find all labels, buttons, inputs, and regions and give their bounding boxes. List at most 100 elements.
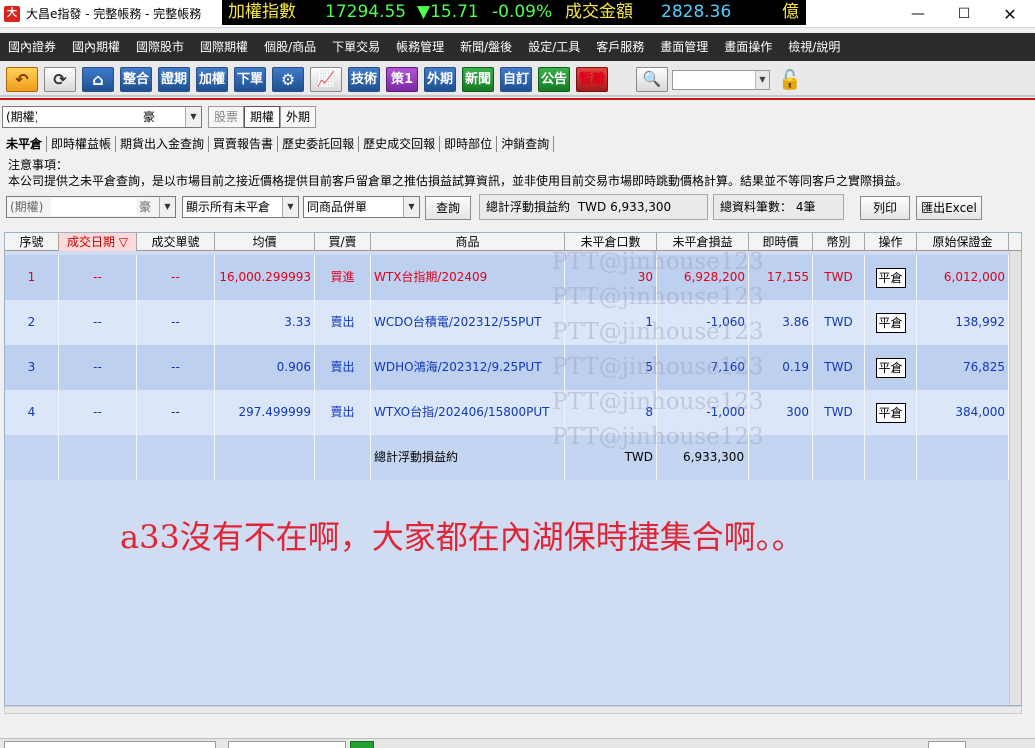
- chevron-down-icon[interactable]: ▼: [755, 71, 769, 89]
- back-icon[interactable]: ↶: [6, 67, 38, 92]
- menu-order[interactable]: 下單交易: [324, 33, 388, 61]
- menu-stock-product[interactable]: 個股/商品: [256, 33, 324, 61]
- cell-date: --: [59, 390, 137, 435]
- toolbar-custom-button[interactable]: 自訂: [500, 67, 532, 92]
- chart-icon[interactable]: 📈: [310, 67, 342, 92]
- toolbar-news-button[interactable]: 新聞: [462, 67, 494, 92]
- table-row[interactable]: 2 -- -- 3.33 賣出 WCDO台積電/202312/55PUT 1 -…: [5, 300, 1009, 345]
- col-open-qty[interactable]: 未平倉口數: [565, 233, 657, 251]
- export-excel-button[interactable]: 匯出Excel: [916, 196, 982, 220]
- ticker-change-pct: -0.09%: [492, 2, 553, 22]
- print-button[interactable]: 列印: [860, 196, 910, 220]
- toolbar-order-button[interactable]: 下單: [234, 67, 266, 92]
- account-select[interactable]: (期權) 豪 ▼: [2, 106, 202, 128]
- menu-news[interactable]: 新聞/盤後: [452, 33, 520, 61]
- menu-customer-service[interactable]: 客戶服務: [588, 33, 652, 61]
- menu-screen-operate[interactable]: 畫面操作: [716, 33, 780, 61]
- redacted-account: [37, 108, 129, 126]
- col-seq[interactable]: 序號: [5, 233, 59, 251]
- toolbar-technical-button[interactable]: 技術: [348, 67, 380, 92]
- close-position-button[interactable]: 平倉: [875, 267, 906, 288]
- col-trade-date[interactable]: 成交日期 ▽: [59, 233, 137, 251]
- toolbar-away-button[interactable]: 暫離: [576, 67, 608, 92]
- col-action[interactable]: 操作: [865, 233, 917, 251]
- menu-international-stock[interactable]: 國際股市: [128, 33, 192, 61]
- filter-account-select[interactable]: (期權) 豪 ▼: [6, 196, 176, 218]
- col-last-price[interactable]: 即時價: [749, 233, 813, 251]
- col-initial-margin[interactable]: 原始保證金: [917, 233, 1009, 251]
- toolbar-foreign-futures-button[interactable]: 外期: [424, 67, 456, 92]
- filter-account-value: (期權): [10, 200, 44, 214]
- col-currency[interactable]: 幣別: [813, 233, 865, 251]
- cell-currency: TWD: [813, 345, 865, 390]
- tab-realtime-equity[interactable]: 即時權益帳: [47, 136, 117, 152]
- col-open-pnl[interactable]: 未平倉損益: [657, 233, 749, 251]
- display-mode-value: 顯示所有未平倉: [186, 200, 271, 214]
- col-side[interactable]: 買/賣: [315, 233, 371, 251]
- tab-open-positions[interactable]: 未平倉: [2, 136, 48, 152]
- tab-realtime-position[interactable]: 即時部位: [440, 136, 498, 152]
- table-total-row: 總計浮動損益約 TWD 6,933,300: [5, 435, 1009, 480]
- query-button[interactable]: 查詢: [425, 196, 471, 220]
- close-position-button[interactable]: 平倉: [875, 402, 906, 423]
- close-position-button[interactable]: 平倉: [875, 357, 906, 378]
- menu-domestic-stock[interactable]: 國內證券: [0, 33, 64, 61]
- account-pane: (期權) 豪 ▼ 股票 期權 外期 未平倉 即時權益帳 期貨出入金查詢 買賣報告…: [0, 98, 1035, 748]
- col-order-no[interactable]: 成交單號: [137, 233, 215, 251]
- tab-trade-report[interactable]: 買賣報告書: [209, 136, 279, 152]
- cell-open-qty: 5: [565, 345, 657, 390]
- tab-deposit-withdrawal[interactable]: 期貨出入金查詢: [116, 136, 210, 152]
- vertical-scrollbar[interactable]: [1009, 251, 1021, 705]
- chevron-down-icon[interactable]: ▼: [403, 197, 419, 217]
- tab-foreign-futures[interactable]: 外期: [280, 106, 317, 128]
- cell-order-no: --: [137, 345, 215, 390]
- gear-icon[interactable]: ⚙: [272, 67, 304, 92]
- menu-screen-manage[interactable]: 畫面管理: [652, 33, 716, 61]
- toolbar-securities-futures-button[interactable]: 證期: [158, 67, 190, 92]
- cell-last-price: 17,155: [749, 255, 813, 300]
- cell-open-qty: 1: [565, 300, 657, 345]
- horizontal-scrollbar[interactable]: [4, 706, 1022, 714]
- menu-domestic-futures[interactable]: 國內期權: [64, 33, 128, 61]
- close-position-button[interactable]: 平倉: [875, 312, 906, 333]
- menu-view-help[interactable]: 檢視/說明: [780, 33, 848, 61]
- home-icon[interactable]: ⌂: [82, 67, 114, 92]
- refresh-icon[interactable]: ⟳: [44, 67, 76, 92]
- col-avg-price[interactable]: 均價: [215, 233, 315, 251]
- maximize-icon[interactable]: ☐: [941, 0, 987, 28]
- lock-icon[interactable]: 🔓: [778, 67, 802, 93]
- chevron-down-icon[interactable]: ▼: [159, 197, 175, 217]
- cell-open-qty: 30: [565, 255, 657, 300]
- search-icon[interactable]: 🔍: [636, 67, 668, 92]
- tab-stock[interactable]: 股票: [208, 106, 245, 128]
- menu-account[interactable]: 帳務管理: [388, 33, 452, 61]
- merge-mode-select[interactable]: 同商品併單 ▼: [303, 196, 420, 218]
- table-row[interactable]: 3 -- -- 0.906 賣出 WDHO鴻海/202312/9.25PUT 5…: [5, 345, 1009, 390]
- minimize-icon[interactable]: —: [895, 0, 941, 28]
- close-icon[interactable]: ✕: [987, 0, 1033, 28]
- menu-settings[interactable]: 設定/工具: [520, 33, 588, 61]
- chevron-down-icon[interactable]: ▼: [282, 197, 298, 217]
- table-row[interactable]: 4 -- -- 297.499999 賣出 WTXO台指/202406/1580…: [5, 390, 1009, 435]
- menu-international-futures[interactable]: 國際期權: [192, 33, 256, 61]
- overlay-caption: a33沒有不在啊，大家都在內湖保時捷集合啊。。: [120, 518, 804, 556]
- tab-fill-history[interactable]: 歷史成交回報: [359, 136, 441, 152]
- open-positions-table: 序號 成交日期 ▽ 成交單號 均價 買/賣 商品 未平倉口數 未平倉損益 即時價…: [4, 232, 1022, 706]
- toolbar-search-select[interactable]: ▼: [672, 70, 770, 90]
- record-count-label: 總資料筆數：: [720, 200, 793, 214]
- toolbar-announcement-button[interactable]: 公告: [538, 67, 570, 92]
- toolbar-integrated-button[interactable]: 整合: [120, 67, 152, 92]
- cell-currency: TWD: [813, 390, 865, 435]
- chevron-down-icon[interactable]: ▼: [185, 107, 201, 127]
- table-row[interactable]: 1 -- -- 16,000.299993 買進 WTX台指期/202409 3…: [5, 255, 1009, 300]
- toolbar-strategy-button[interactable]: 策1: [386, 67, 418, 92]
- col-product[interactable]: 商品: [371, 233, 565, 251]
- cell-date: --: [59, 345, 137, 390]
- toolbar-index-button[interactable]: 加權: [196, 67, 228, 92]
- tab-offset-query[interactable]: 沖銷查詢: [497, 136, 555, 152]
- cell-order-no: --: [137, 255, 215, 300]
- display-mode-select[interactable]: 顯示所有未平倉 ▼: [182, 196, 299, 218]
- tab-order-history[interactable]: 歷史委託回報: [278, 136, 360, 152]
- tab-futures-options[interactable]: 期權: [244, 106, 281, 128]
- cell-product: WCDO台積電/202312/55PUT: [371, 300, 565, 345]
